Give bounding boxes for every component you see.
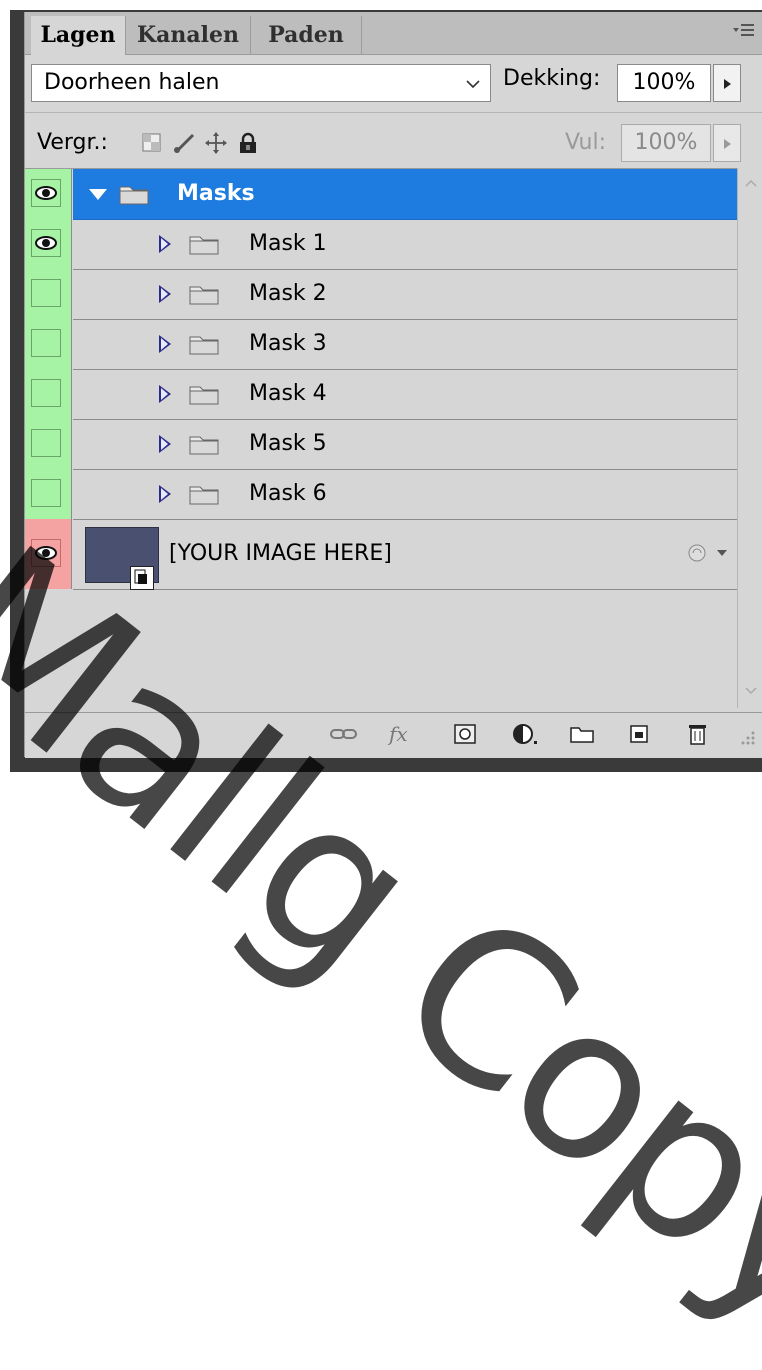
new-layer-icon[interactable] bbox=[627, 721, 653, 747]
opacity-label: Dekking: bbox=[503, 66, 601, 91]
trash-icon[interactable] bbox=[685, 721, 711, 747]
layer-name: Mask 2 bbox=[249, 281, 327, 306]
visibility-toggle[interactable] bbox=[25, 219, 72, 269]
tab-paden[interactable]: Paden bbox=[251, 16, 362, 54]
lock-transparent-pixels-icon[interactable] bbox=[141, 132, 163, 154]
layer-row-mask-4[interactable]: Mask 4 bbox=[25, 369, 737, 420]
layer-row-mask-5[interactable]: Mask 5 bbox=[25, 419, 737, 470]
folder-icon bbox=[189, 483, 219, 505]
layer-mask-icon[interactable] bbox=[453, 721, 479, 747]
eye-icon bbox=[31, 539, 61, 567]
layer-row-masks[interactable]: Masks bbox=[25, 169, 737, 220]
expand-triangle-icon[interactable] bbox=[159, 335, 171, 353]
eye-hidden-box bbox=[31, 279, 61, 307]
eye-hidden-box bbox=[31, 379, 61, 407]
layers-panel: Lagen Kanalen Paden Doorheen halen Dekki… bbox=[24, 12, 762, 758]
folder-icon bbox=[189, 283, 219, 305]
eye-icon bbox=[31, 229, 61, 257]
layer-name: Mask 5 bbox=[249, 431, 327, 456]
new-group-icon[interactable] bbox=[569, 721, 595, 747]
visibility-toggle[interactable] bbox=[25, 419, 72, 469]
folder-icon bbox=[189, 333, 219, 355]
layer-thumbnail[interactable] bbox=[85, 527, 159, 590]
expand-triangle-icon[interactable] bbox=[159, 285, 171, 303]
lock-position-icon[interactable] bbox=[205, 132, 227, 154]
layer-name: Masks bbox=[177, 181, 255, 206]
layer-content: Mask 2 bbox=[73, 269, 737, 320]
lock-all-icon[interactable] bbox=[237, 132, 259, 154]
layer-name: Mask 4 bbox=[249, 381, 327, 406]
visibility-toggle[interactable] bbox=[25, 469, 72, 519]
expand-triangle-icon[interactable] bbox=[159, 235, 171, 253]
blend-mode-value: Doorheen halen bbox=[44, 70, 220, 95]
visibility-toggle[interactable] bbox=[25, 169, 72, 219]
folder-icon bbox=[119, 183, 149, 205]
adjustment-layer-icon[interactable] bbox=[511, 721, 537, 747]
visibility-toggle[interactable] bbox=[25, 319, 72, 369]
fx-icon[interactable]: fx bbox=[387, 721, 413, 747]
svg-text:fx: fx bbox=[387, 722, 408, 746]
scroll-down-icon[interactable] bbox=[744, 684, 758, 700]
layers-list: Masks Mask 1 Mask 2 Mask 3 Mask 4 Mask 5… bbox=[25, 168, 737, 709]
fill-label: Vul: bbox=[565, 130, 607, 155]
link-layers-icon[interactable] bbox=[329, 721, 357, 747]
chevron-down-icon bbox=[464, 65, 482, 114]
layer-content: Mask 3 bbox=[73, 319, 737, 370]
layer-row-mask-1[interactable]: Mask 1 bbox=[25, 219, 737, 270]
eye-hidden-box bbox=[31, 329, 61, 357]
visibility-toggle[interactable] bbox=[25, 369, 72, 419]
expand-triangle-icon[interactable] bbox=[89, 189, 107, 200]
fill-slider-button[interactable] bbox=[713, 124, 741, 162]
layer-content: Mask 6 bbox=[73, 469, 737, 520]
bottom-toolbar: fx bbox=[25, 712, 762, 758]
expand-triangle-icon[interactable] bbox=[159, 435, 171, 453]
eye-icon bbox=[31, 179, 61, 207]
tab-kanalen[interactable]: Kanalen bbox=[126, 16, 251, 54]
layer-name: Mask 1 bbox=[249, 231, 327, 256]
layer-content: Mask 1 bbox=[73, 219, 737, 270]
smart-object-icon bbox=[130, 566, 154, 590]
layer-name: Mask 3 bbox=[249, 331, 327, 356]
opacity-input[interactable]: 100% bbox=[617, 64, 711, 102]
lock-image-pixels-icon[interactable] bbox=[173, 132, 195, 154]
expand-triangle-icon[interactable] bbox=[159, 385, 171, 403]
resize-grip-icon[interactable] bbox=[737, 727, 762, 753]
layer-row-your-image[interactable]: [YOUR IMAGE HERE] bbox=[25, 519, 737, 590]
layer-content: Mask 4 bbox=[73, 369, 737, 420]
layer-content: [YOUR IMAGE HERE] bbox=[73, 519, 737, 590]
eye-hidden-box bbox=[31, 479, 61, 507]
lock-label: Vergr.: bbox=[37, 130, 108, 155]
visibility-toggle[interactable] bbox=[25, 269, 72, 319]
scroll-up-icon[interactable] bbox=[744, 176, 758, 192]
layer-row-mask-3[interactable]: Mask 3 bbox=[25, 319, 737, 370]
panel-menu-icon[interactable] bbox=[733, 22, 755, 42]
folder-icon bbox=[189, 383, 219, 405]
layer-row-mask-6[interactable]: Mask 6 bbox=[25, 469, 737, 520]
layer-content: Mask 5 bbox=[73, 419, 737, 470]
expand-triangle-icon[interactable] bbox=[159, 485, 171, 503]
eye-hidden-box bbox=[31, 429, 61, 457]
folder-icon bbox=[189, 233, 219, 255]
options-divider bbox=[25, 112, 762, 113]
tab-bar: Lagen Kanalen Paden bbox=[25, 12, 762, 55]
tab-lagen[interactable]: Lagen bbox=[31, 16, 126, 55]
layer-options-icon[interactable] bbox=[685, 541, 729, 569]
opacity-slider-button[interactable] bbox=[713, 64, 741, 102]
blend-mode-select[interactable]: Doorheen halen bbox=[31, 64, 491, 102]
layer-name: Mask 6 bbox=[249, 481, 327, 506]
layer-content: Masks bbox=[73, 169, 737, 220]
layer-name: [YOUR IMAGE HERE] bbox=[169, 541, 392, 566]
visibility-toggle[interactable] bbox=[25, 519, 72, 589]
layer-row-mask-2[interactable]: Mask 2 bbox=[25, 269, 737, 320]
fill-input[interactable]: 100% bbox=[621, 124, 711, 162]
folder-icon bbox=[189, 433, 219, 455]
scrollbar[interactable] bbox=[737, 168, 762, 708]
